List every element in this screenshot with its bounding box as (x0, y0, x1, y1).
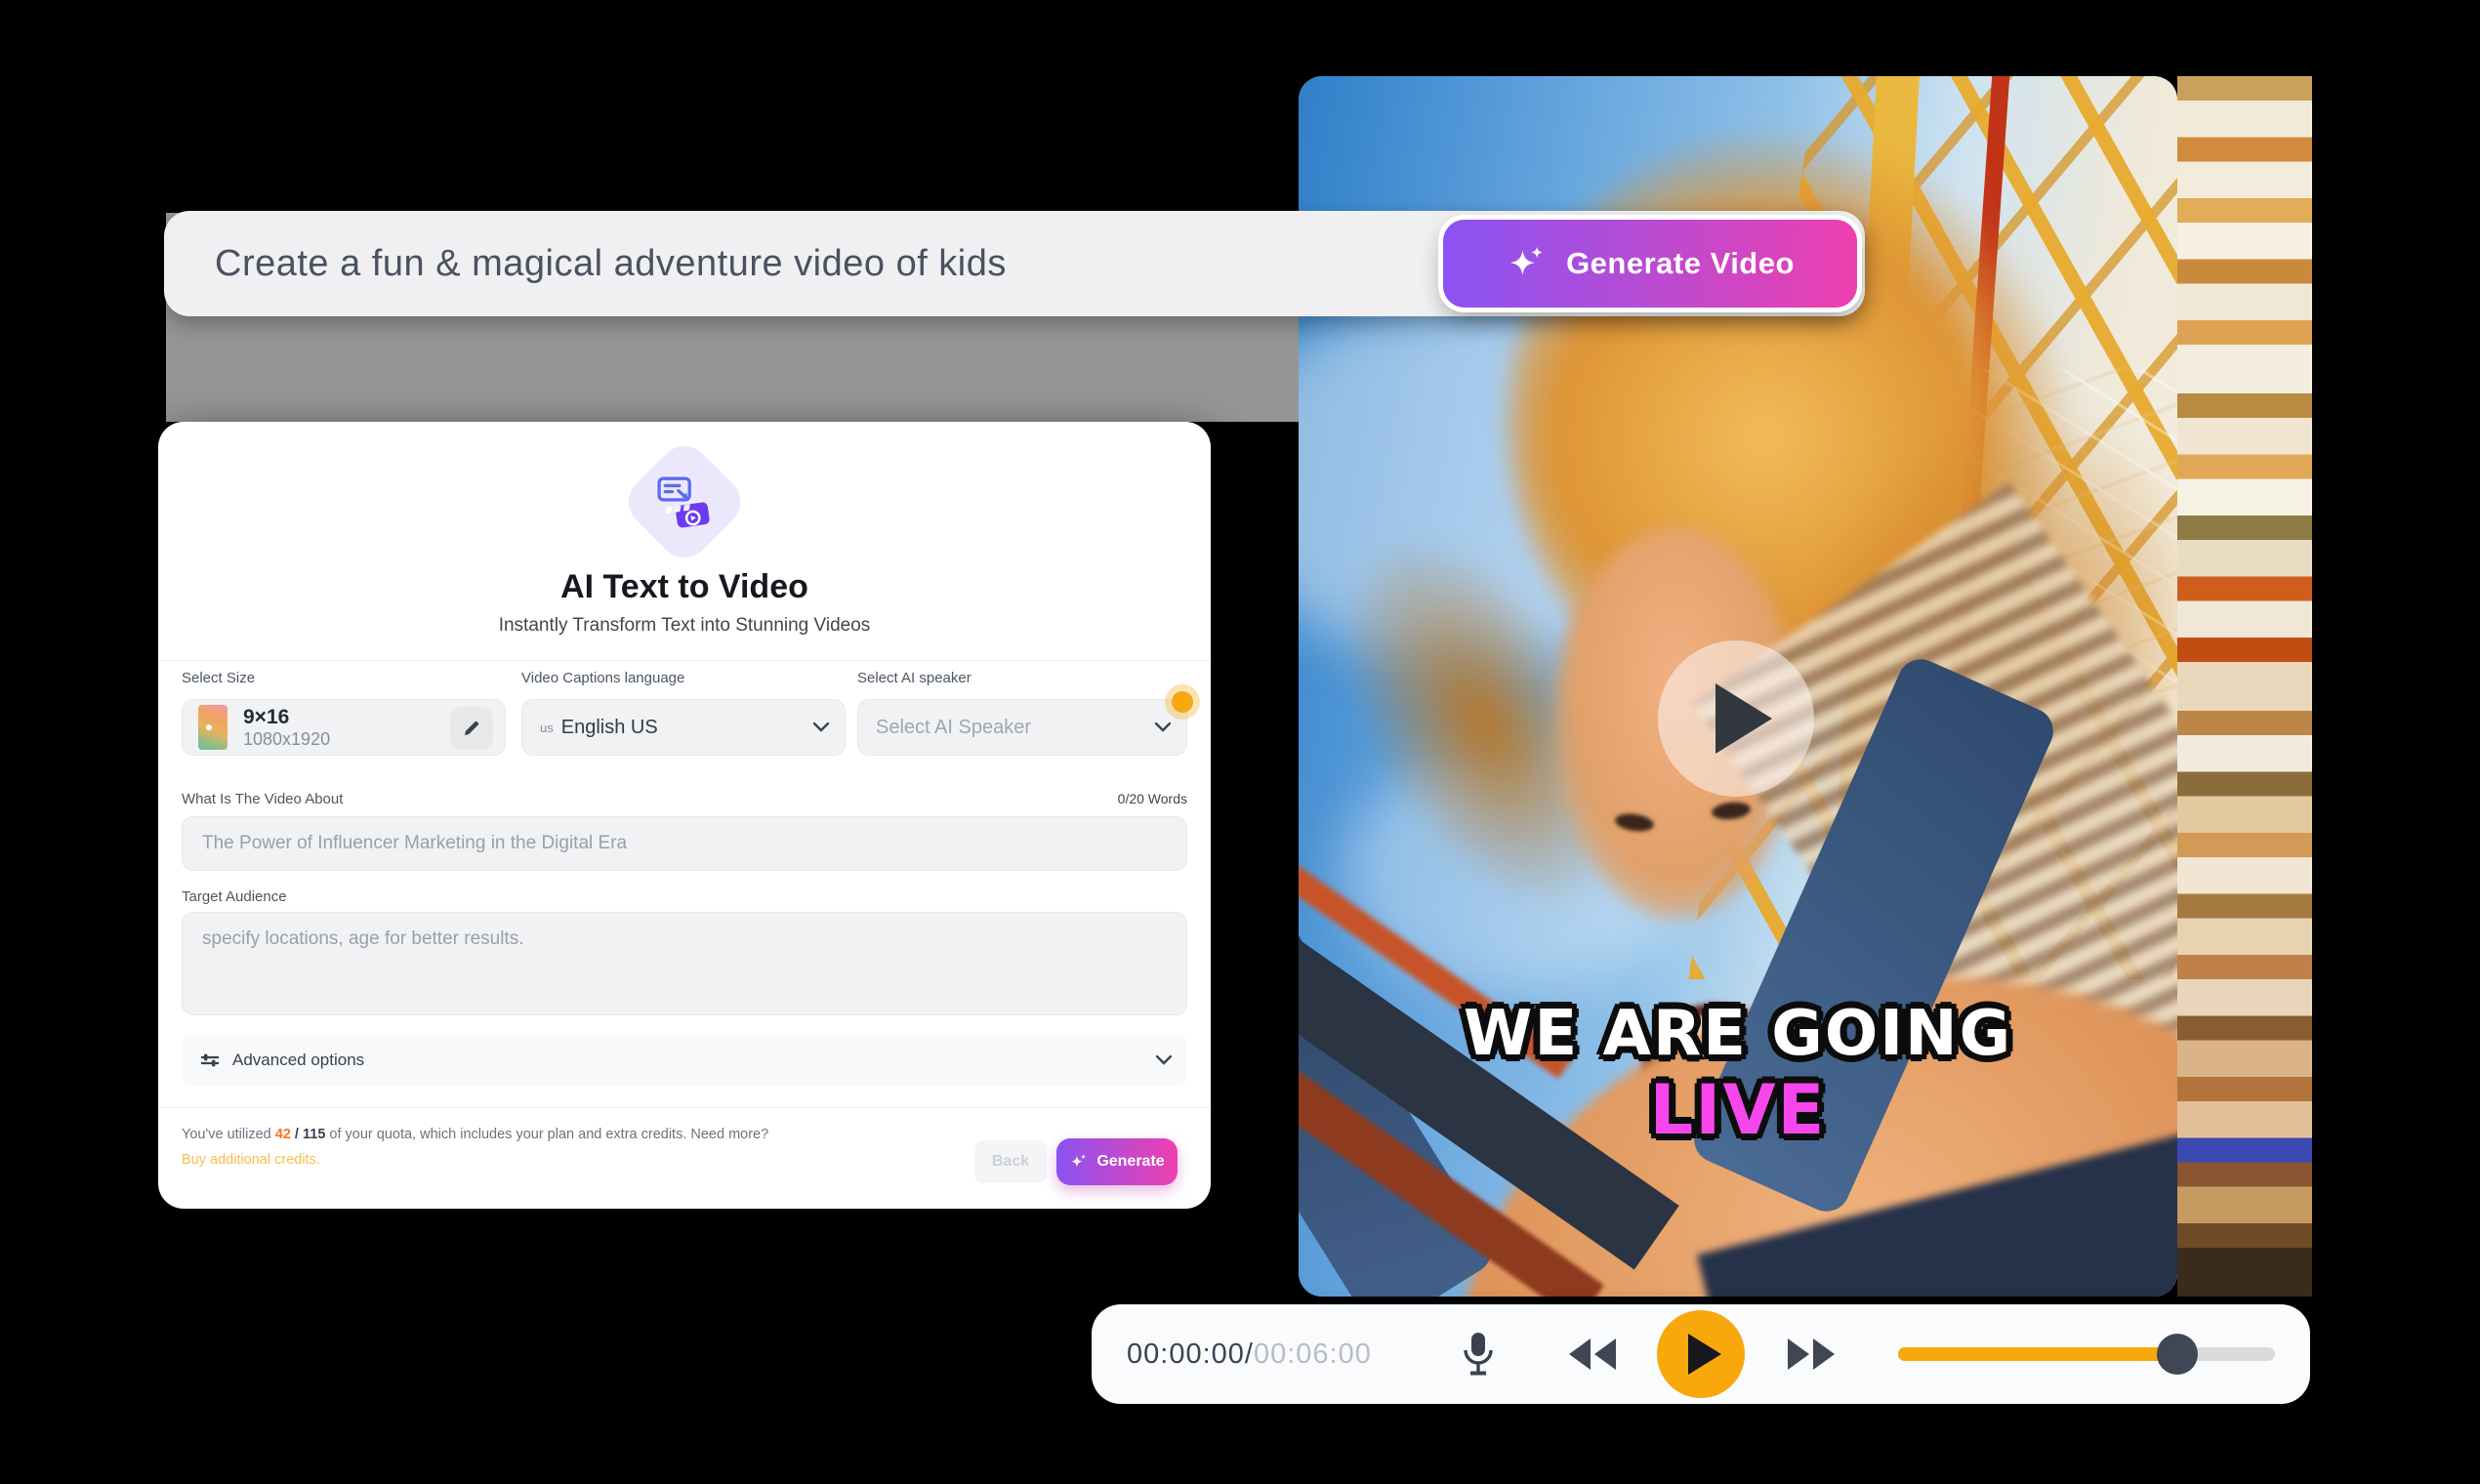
microphone-icon (1462, 1331, 1495, 1378)
play-button[interactable] (1657, 1310, 1745, 1398)
audience-label: Target Audience (182, 888, 287, 905)
speaker-notification-badge (1172, 691, 1193, 713)
timecode: 00:00:00 / 00:06:00 (1127, 1304, 1372, 1404)
modal-title: AI Text to Video (158, 568, 1211, 606)
aspect-ratio-thumbnail (198, 705, 227, 750)
clapperboard-document-icon (656, 474, 713, 530)
divider (158, 660, 1211, 661)
stage: WE ARE GOING LIVE Create a fun & magical… (0, 0, 2480, 1484)
seek-slider-thumb[interactable] (2157, 1334, 2198, 1375)
topic-input[interactable] (182, 816, 1187, 871)
audience-textarea[interactable] (182, 912, 1187, 1015)
language-value: English US (561, 717, 658, 739)
text-to-video-icon (618, 435, 751, 568)
sparkles-icon (1506, 242, 1549, 285)
total-time: 00:06:00 (1254, 1339, 1372, 1371)
video-caption-line1: WE ARE GOING (1299, 998, 2177, 1070)
ai-speaker-label: Select AI speaker (857, 670, 971, 686)
play-icon (1688, 1334, 1721, 1375)
modal-generate-button[interactable]: Generate (1056, 1138, 1178, 1185)
quota-total-value: 115 (303, 1127, 325, 1142)
seek-slider[interactable] (1898, 1347, 2275, 1361)
ai-text-to-video-modal: AI Text to Video Instantly Transform Tex… (158, 422, 1211, 1209)
quota-prefix: You've utilized (182, 1127, 275, 1142)
select-size-label: Select Size (182, 670, 255, 686)
advanced-options-label: Advanced options (232, 1051, 364, 1070)
media-player-bar: 00:00:00 / 00:06:00 (1092, 1304, 2310, 1404)
ai-speaker-select[interactable]: Select AI Speaker (857, 699, 1187, 756)
size-resolution: 1080x1920 (243, 729, 330, 750)
generate-video-button-label: Generate Video (1566, 246, 1795, 281)
captions-language-select[interactable]: us English US (521, 699, 846, 756)
video-caption-line2: LIVE (1299, 1070, 2177, 1150)
sparkles-icon (1069, 1152, 1089, 1172)
quota-separator: / (291, 1127, 303, 1142)
captions-language-label: Video Captions language (521, 670, 684, 686)
time-separator: / (1245, 1339, 1254, 1371)
generate-video-button[interactable]: Generate Video (1443, 220, 1857, 308)
rewind-icon (1567, 1337, 1618, 1372)
size-selector[interactable]: 9×16 1080x1920 (182, 699, 506, 756)
play-icon (1715, 683, 1772, 754)
prompt-bar[interactable]: Create a fun & magical adventure video o… (164, 211, 1865, 316)
modal-subtitle: Instantly Transform Text into Stunning V… (158, 615, 1211, 637)
divider (158, 1107, 1211, 1108)
chevron-down-icon (1155, 722, 1171, 732)
chevron-down-icon (813, 722, 829, 732)
sliders-icon (199, 1050, 221, 1071)
seek-slider-fill (1898, 1347, 2177, 1361)
topic-label: What Is The Video About (182, 791, 343, 807)
microphone-button[interactable] (1449, 1304, 1508, 1404)
speaker-placeholder: Select AI Speaker (876, 717, 1031, 739)
fast-forward-button[interactable] (1777, 1304, 1845, 1404)
word-counter: 0/20 Words (1118, 791, 1187, 806)
modal-generate-button-label: Generate (1096, 1153, 1164, 1171)
quota-used-value: 42 (275, 1127, 291, 1142)
chevron-down-icon (1156, 1055, 1172, 1065)
prompt-text[interactable]: Create a fun & magical adventure video o… (215, 243, 1007, 285)
fast-forward-icon (1786, 1337, 1837, 1372)
buy-credits-link[interactable]: Buy additional credits. (182, 1152, 320, 1168)
back-button[interactable]: Back (974, 1140, 1047, 1183)
size-ratio: 9×16 (243, 706, 330, 729)
current-time: 00:00:00 (1127, 1339, 1245, 1371)
edit-size-button[interactable] (450, 707, 493, 750)
advanced-options-toggle[interactable]: Advanced options (182, 1035, 1187, 1086)
video-play-overlay-button[interactable] (1658, 640, 1814, 797)
pencil-icon (462, 719, 481, 738)
quota-text: You've utilized 42 / 115 of your quota, … (182, 1127, 768, 1142)
rewind-button[interactable] (1558, 1304, 1627, 1404)
video-edge-glitch-artifact (2177, 76, 2312, 1297)
language-flag-code: us (540, 721, 554, 735)
quota-suffix: of your quota, which includes your plan … (325, 1127, 768, 1142)
